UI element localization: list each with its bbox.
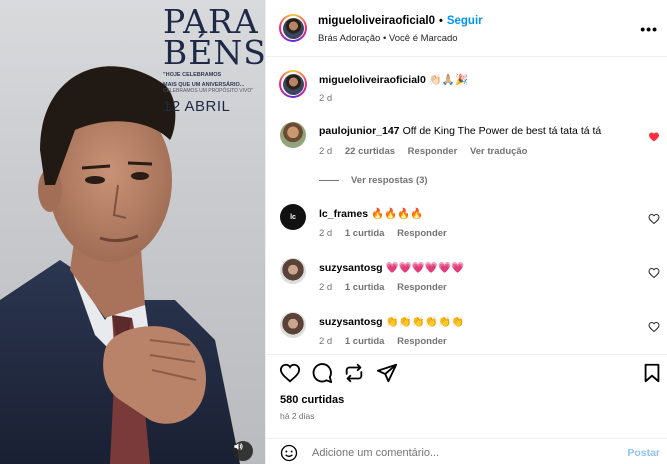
comment-likes[interactable]: 1 curtida — [345, 336, 385, 347]
comment-row: suzysantosg 💗💗💗💗💗💗 2 d 1 curtida Respond… — [280, 258, 660, 298]
comment-text: Off de King The Power de best tá tata tá… — [402, 125, 602, 137]
comment-like-heart-icon[interactable] — [648, 213, 660, 225]
speaker-icon — [234, 442, 243, 451]
post-comment-button[interactable]: Postar — [627, 447, 660, 459]
poster-subtitle-line3: CELEBRAMOS UM PROPÓSITO VIVO" — [163, 88, 254, 94]
comment-row: suzysantosg 👏👏👏👏👏👏 2 d 1 curtida Respond… — [280, 312, 660, 352]
comment-likes[interactable]: 1 curtida — [345, 282, 385, 293]
comment-row: paulojunior_147 Off de King The Power de… — [280, 122, 660, 192]
post-photo[interactable]: PARA BÉNS "HOJE CELEBRAMOS MAIS QUE UM A… — [0, 0, 265, 464]
comment-meta: 2 d 1 curtida Responder — [319, 336, 447, 347]
comment-row: lc lc_frames 🔥🔥🔥🔥 2 d 1 curtida Responde… — [280, 204, 660, 244]
comment-text: 👏👏👏👏👏👏 — [385, 316, 465, 328]
comment-likes[interactable]: 22 curtidas — [345, 146, 395, 157]
commenter-username[interactable]: paulojunior_147 — [319, 125, 400, 137]
comment-likes[interactable]: 1 curtida — [345, 228, 385, 239]
caption-username[interactable]: migueloliveiraoficial0 — [319, 74, 426, 86]
poster-title-line2: BÉNS — [163, 33, 265, 72]
likes-count[interactable]: 580 curtidas — [280, 394, 344, 406]
author-username[interactable]: migueloliveiraoficial0 — [318, 15, 435, 27]
sound-toggle-button[interactable] — [233, 441, 253, 461]
comment-time: 2 d — [319, 146, 333, 157]
poster-date: 12 ABRIL — [163, 98, 231, 115]
post-header: migueloliveiraoficial0 • Seguir Brás Adora… — [266, 0, 667, 57]
comment-time: 2 d — [319, 282, 333, 293]
commenter-avatar[interactable]: lc — [280, 204, 306, 230]
add-comment-bar: Postar — [266, 438, 667, 464]
caption-row: migueloliveiraoficial0 👏🏻🙏🏼🎉 2 d — [279, 70, 660, 110]
comment-like-heart-icon[interactable] — [648, 321, 660, 333]
commenter-avatar[interactable] — [280, 312, 306, 338]
poster-text-block: PARA BÉNS "HOJE CELEBRAMOS MAIS QUE UM A… — [163, 5, 265, 115]
reply-button[interactable]: Responder — [397, 282, 447, 293]
repost-icon[interactable] — [343, 362, 365, 384]
caption-avatar[interactable] — [279, 70, 307, 98]
view-replies-button[interactable]: Ver respostas (3) — [319, 175, 428, 186]
smiley-icon[interactable] — [280, 444, 298, 462]
heart-outline-icon[interactable] — [279, 362, 301, 384]
header-subline[interactable]: Brás Adoração • Você é Marcado — [318, 33, 458, 44]
poster-subtitle-line1: "HOJE CELEBRAMOS — [163, 72, 222, 78]
comment-meta: 2 d 1 curtida Responder — [319, 228, 447, 239]
comment-meta: 2 d 1 curtida Responder — [319, 282, 447, 293]
post-time-ago[interactable]: há 2 dias — [280, 411, 315, 421]
comment-input[interactable] — [312, 447, 612, 459]
comment-like-heart-icon[interactable] — [648, 131, 660, 143]
comment-meta: 2 d 22 curtidas Responder Ver tradução — [319, 146, 528, 157]
translate-button[interactable]: Ver tradução — [470, 146, 528, 157]
commenter-avatar[interactable] — [280, 122, 306, 148]
more-options-icon[interactable]: ••• — [640, 21, 658, 37]
post-actions: 580 curtidas há 2 dias Postar — [266, 354, 667, 464]
comment-text: 💗💗💗💗💗💗 — [385, 262, 465, 274]
reply-button[interactable]: Responder — [397, 228, 447, 239]
commenter-username[interactable]: lc_frames — [319, 208, 368, 220]
reply-button[interactable]: Responder — [408, 146, 458, 157]
comment-time: 2 d — [319, 336, 333, 347]
caption-text: 👏🏻🙏🏼🎉 — [428, 74, 469, 86]
follow-button[interactable]: Seguir — [447, 15, 483, 27]
comment-time: 2 d — [319, 228, 333, 239]
commenter-avatar[interactable] — [280, 258, 306, 284]
commenter-username[interactable]: suzysantosg — [319, 316, 383, 328]
comment-text: 🔥🔥🔥🔥 — [371, 208, 424, 220]
reply-button[interactable]: Responder — [397, 336, 447, 347]
comment-bubble-icon[interactable] — [311, 362, 333, 384]
caption-time: 2 d — [319, 93, 333, 104]
comment-like-heart-icon[interactable] — [648, 267, 660, 279]
paper-plane-icon[interactable] — [376, 362, 398, 384]
commenter-username[interactable]: suzysantosg — [319, 262, 383, 274]
author-avatar[interactable] — [279, 14, 307, 42]
bookmark-icon[interactable] — [641, 362, 663, 384]
post-sidebar: migueloliveiraoficial0 • Seguir Brás Adora… — [265, 0, 667, 464]
header-separator: • — [438, 15, 443, 27]
view-replies-label: Ver respostas (3) — [351, 175, 428, 186]
